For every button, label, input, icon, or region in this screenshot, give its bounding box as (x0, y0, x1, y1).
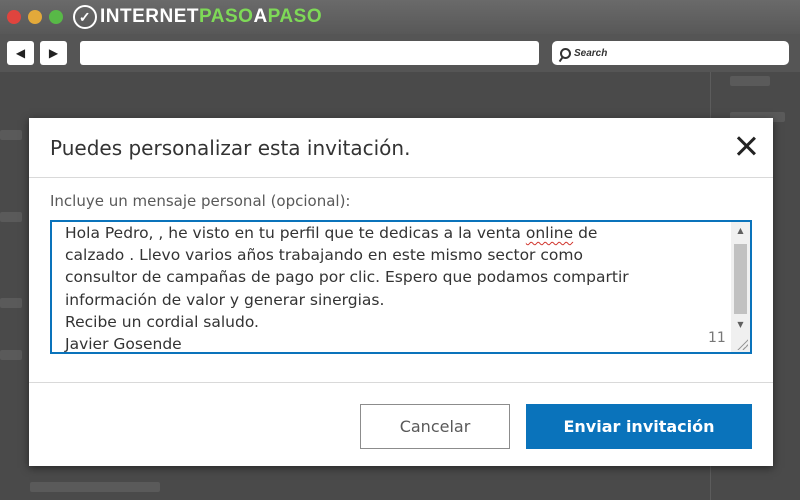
dialog-title: Puedes personalizar esta invitación. (50, 136, 411, 160)
message-line: Javier (65, 335, 114, 354)
back-arrow-icon: ◀ (15, 46, 26, 60)
message-line: calzado . Llevo varios años trabajando e… (65, 246, 583, 265)
forward-arrow-icon: ▶ (48, 46, 59, 60)
brand-part-2: PASO (199, 6, 254, 27)
browser-search-field[interactable]: Search (552, 41, 789, 65)
scroll-up-icon[interactable]: ▲ (731, 222, 750, 238)
site-logo: ✓ INTERNET PASO A PASO (73, 5, 322, 29)
brand-part-4: PASO (267, 6, 323, 27)
brand-part-1: INTERNET (100, 6, 199, 27)
resize-handle-icon[interactable] (736, 338, 748, 350)
backdrop-placeholder (730, 76, 770, 86)
address-bar[interactable] (80, 41, 539, 65)
message-line: información de valor y generar sinergias… (65, 290, 385, 309)
cancel-button[interactable]: Cancelar (360, 404, 510, 449)
logo-icon: ✓ (73, 5, 97, 29)
window-controls (7, 10, 63, 24)
message-line: Recibe un cordial saludo. (65, 312, 259, 331)
message-line: de (573, 224, 598, 242)
character-counter: 11 (708, 330, 726, 346)
backdrop-placeholder (0, 130, 22, 140)
brand-part-3: A (253, 6, 268, 27)
backdrop-placeholder (0, 212, 22, 222)
scroll-thumb[interactable] (734, 244, 747, 314)
invitation-dialog: Puedes personalizar esta invitación. Inc… (29, 118, 773, 466)
backdrop-placeholder (0, 298, 22, 308)
close-window-button[interactable] (7, 10, 21, 24)
maximize-window-button[interactable] (49, 10, 63, 24)
back-button[interactable]: ◀ (7, 41, 34, 65)
message-line: consultor de campañas de pago por clic. … (65, 268, 629, 287)
minimize-window-button[interactable] (28, 10, 42, 24)
backdrop-placeholder (30, 482, 160, 492)
search-icon (560, 47, 571, 59)
message-text: Hola Pedro, , he visto en tu perfil que … (65, 222, 725, 354)
send-invitation-button[interactable]: Enviar invitación (526, 404, 752, 449)
textarea-scrollbar[interactable]: ▲ ▼ (731, 222, 750, 352)
message-line: Hola Pedro, , he visto en tu perfil que … (65, 224, 526, 242)
dialog-footer: Cancelar Enviar invitación (29, 382, 773, 466)
forward-button[interactable]: ▶ (40, 41, 67, 65)
search-label: Search (574, 47, 608, 59)
message-field-label: Incluye un mensaje personal (opcional): (50, 192, 351, 210)
spellcheck-word: online (525, 224, 574, 242)
scroll-down-icon[interactable]: ▼ (731, 316, 750, 332)
browser-titlebar: ✓ INTERNET PASO A PASO (0, 0, 800, 34)
dialog-header: Puedes personalizar esta invitación. (29, 118, 773, 178)
browser-toolbar: ◀ ▶ Search (0, 34, 800, 72)
backdrop-placeholder (0, 350, 22, 360)
spellcheck-word: Gosende (113, 335, 182, 354)
close-icon[interactable] (733, 133, 759, 159)
personal-message-textarea[interactable]: Hola Pedro, , he visto en tu perfil que … (50, 220, 752, 354)
